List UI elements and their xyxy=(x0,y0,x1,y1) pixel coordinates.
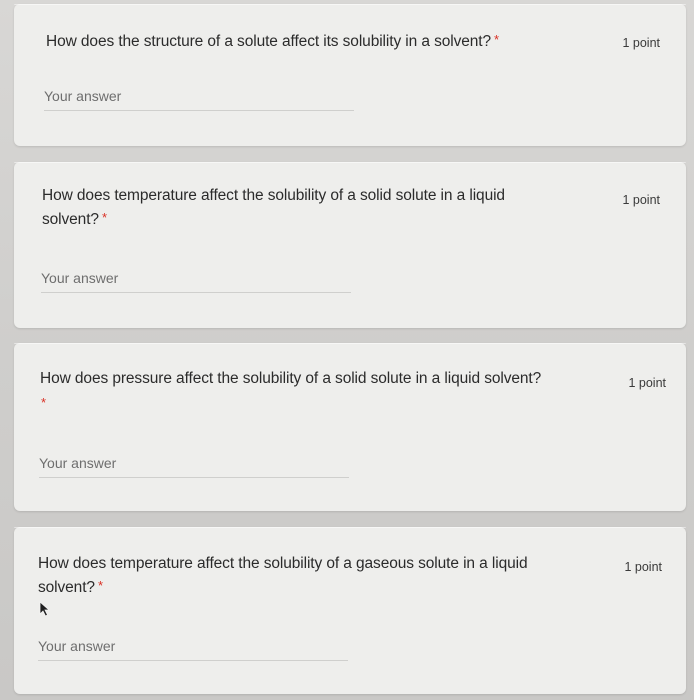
required-asterisk: * xyxy=(101,210,107,225)
card-edge xyxy=(14,527,686,528)
question-card-3: How does pressure affect the solubility … xyxy=(14,343,686,511)
answer-placeholder: Your answer xyxy=(39,455,117,471)
answer-placeholder: Your answer xyxy=(41,270,119,286)
question-card-2: How does temperature affect the solubili… xyxy=(14,162,686,328)
question-text: How does pressure affect the solubility … xyxy=(40,370,542,387)
points-label: 1 point xyxy=(622,36,660,50)
required-asterisk: * xyxy=(41,395,47,410)
answer-input[interactable]: Your answer xyxy=(38,636,348,661)
points-label: 1 point xyxy=(624,560,662,574)
answer-input[interactable]: Your answer xyxy=(44,86,354,111)
question-text-line1: How does temperature affect the solubili… xyxy=(42,187,505,204)
answer-input[interactable]: Your answer xyxy=(41,268,351,293)
required-asterisk: * xyxy=(97,578,103,593)
card-edge xyxy=(14,343,686,344)
question-text-line2: solvent? xyxy=(42,211,99,228)
question-title: How does pressure affect the solubility … xyxy=(40,367,541,391)
question-card-4: How does temperature affect the solubili… xyxy=(14,527,686,694)
question-title: How does temperature affect the solubili… xyxy=(38,552,528,600)
question-title: How does the structure of a solute affec… xyxy=(46,30,499,54)
question-text: How does the structure of a solute affec… xyxy=(46,33,492,50)
points-label: 1 point xyxy=(628,376,666,390)
card-edge xyxy=(14,4,686,5)
required-asterisk: * xyxy=(494,32,500,47)
answer-input[interactable]: Your answer xyxy=(39,453,349,478)
question-text-line1: How does temperature affect the solubili… xyxy=(38,555,528,572)
card-edge xyxy=(14,162,686,163)
mouse-cursor-icon xyxy=(38,601,51,622)
question-title: How does temperature affect the solubili… xyxy=(42,184,505,232)
answer-placeholder: Your answer xyxy=(38,638,116,654)
question-text-line2: solvent? xyxy=(38,579,95,596)
points-label: 1 point xyxy=(622,193,660,207)
answer-placeholder: Your answer xyxy=(44,88,122,104)
question-card-1: How does the structure of a solute affec… xyxy=(14,4,686,146)
